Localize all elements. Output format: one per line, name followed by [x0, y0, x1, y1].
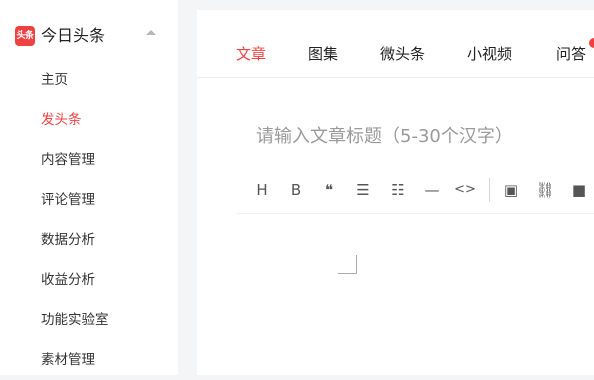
ordered-list-icon[interactable]: ☷ [386, 167, 410, 213]
quote-icon[interactable]: ❝ [317, 167, 341, 213]
toolbar-divider [489, 178, 490, 202]
sidebar: 头条 今日头条 主页 发头条 内容管理 评论管理 数据分析 收益分析 功能实验室… [0, 0, 178, 375]
chevron-up-icon[interactable] [146, 30, 156, 35]
video-icon[interactable]: ■ [567, 167, 591, 213]
editor-toolbar: H B ❝ ☰ ☷ — <> ▣ ⛓ ■ [237, 167, 594, 214]
tab-qa[interactable]: 问答 [556, 44, 586, 64]
bullet-list-icon[interactable]: ☰ [351, 167, 375, 213]
tab-gallery[interactable]: 图集 [308, 44, 338, 64]
sidebar-header[interactable]: 头条 今日头条 [0, 12, 178, 58]
horizontal-rule-icon[interactable]: — [420, 167, 444, 213]
link-icon[interactable]: ⛓ [533, 167, 557, 213]
tab-micro-post[interactable]: 微头条 [380, 44, 425, 64]
toutiao-logo-icon: 头条 [15, 26, 35, 46]
tab-short-video[interactable]: 小视频 [467, 44, 512, 64]
sidebar-item-comment-management[interactable]: 评论管理 [0, 180, 178, 220]
code-icon[interactable]: <> [453, 167, 477, 213]
tab-article[interactable]: 文章 [236, 44, 266, 64]
heading-icon[interactable]: H [250, 167, 274, 213]
sidebar-item-publish[interactable]: 发头条 [0, 100, 178, 140]
notification-dot [589, 38, 594, 48]
app-name: 今日头条 [41, 26, 106, 45]
sidebar-item-material-management[interactable]: 素材管理 [0, 340, 178, 380]
sidebar-item-feature-lab[interactable]: 功能实验室 [0, 300, 178, 340]
sidebar-nav: 主页 发头条 内容管理 评论管理 数据分析 收益分析 功能实验室 素材管理 [0, 60, 178, 380]
article-title-input[interactable] [256, 126, 586, 147]
bold-icon[interactable]: B [284, 167, 308, 213]
image-icon[interactable]: ▣ [499, 167, 523, 213]
sidebar-item-data-analysis[interactable]: 数据分析 [0, 220, 178, 260]
publish-type-tabs: 文章 图集 微头条 小视频 问答 [197, 10, 594, 78]
editor-body-cursor[interactable] [338, 255, 357, 274]
sidebar-item-revenue-analysis[interactable]: 收益分析 [0, 260, 178, 300]
sidebar-item-home[interactable]: 主页 [0, 60, 178, 100]
sidebar-item-content-management[interactable]: 内容管理 [0, 140, 178, 180]
